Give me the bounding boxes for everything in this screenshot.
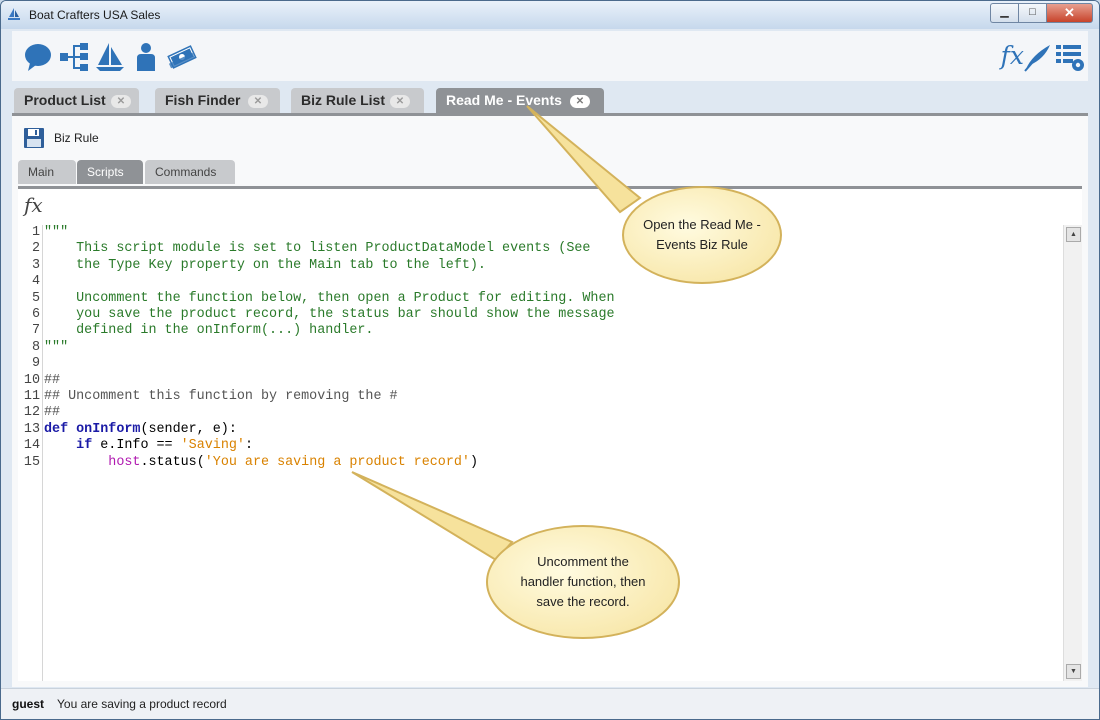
network-tree-icon[interactable] (58, 41, 90, 73)
line-number: 14 (23, 438, 40, 454)
tab-label: Read Me - Events (446, 92, 562, 108)
tab-label: Fish Finder (165, 92, 241, 108)
code-string: 'You are saving a product record' (204, 454, 470, 470)
tab-close-icon[interactable]: ✕ (111, 95, 131, 108)
tab-scripts[interactable]: Scripts (77, 160, 143, 184)
status-bar: guest You are saving a product record (1, 688, 1099, 719)
line-number: 9 (31, 356, 40, 372)
settings-list-icon[interactable] (1054, 41, 1086, 73)
code-string: 'Saving' (180, 438, 245, 454)
line-number: 7 (31, 323, 40, 339)
line-number: 15 (23, 454, 40, 470)
main-toolbar: fx (12, 31, 1088, 81)
tab-close-icon[interactable]: ✕ (570, 95, 590, 108)
scroll-down-icon[interactable]: ▼ (1066, 664, 1081, 679)
code-line: """ (44, 225, 69, 240)
code-keyword: def (44, 421, 69, 437)
tab-read-me-events[interactable]: Read Me - Events ✕ (436, 88, 604, 113)
code-text: (sender, e): (140, 421, 237, 437)
status-message: You are saving a product record (57, 697, 227, 711)
line-number: 10 (23, 372, 40, 388)
code-builtin: host (108, 454, 141, 470)
maximize-button[interactable]: □ (1018, 3, 1046, 23)
code-keyword: if (76, 438, 93, 454)
line-number: 2 (31, 241, 40, 257)
line-number: 8 (31, 339, 40, 355)
code-line: ## Uncomment this function by removing t… (44, 389, 398, 404)
editor-scrollbar[interactable]: ▲ ▼ (1063, 225, 1082, 681)
line-number: 4 (31, 274, 40, 290)
tab-biz-rule-list[interactable]: Biz Rule List ✕ (291, 88, 424, 113)
line-number: 13 (23, 421, 40, 437)
sailboat-app-icon (8, 8, 20, 20)
code-line: """ (44, 339, 69, 355)
code-line: you save the product record, the status … (44, 307, 615, 322)
line-number: 5 (31, 290, 40, 306)
fx-function-icon[interactable]: fx (24, 193, 43, 217)
code-line: ## (44, 372, 61, 388)
line-number: 1 (31, 225, 40, 240)
biz-rule-title: Biz Rule (54, 131, 99, 145)
line-number: 12 (23, 405, 40, 421)
tab-label: Biz Rule List (301, 92, 386, 108)
sailboat-icon[interactable] (94, 41, 126, 73)
tab-label: Commands (155, 165, 217, 179)
callout-text: Uncomment the handler function, then sav… (520, 554, 646, 609)
quill-pen-icon[interactable] (1022, 41, 1054, 73)
tab-close-icon[interactable]: ✕ (248, 95, 268, 108)
code-line: Uncomment the function below, then open … (44, 290, 615, 306)
tab-commands[interactable]: Commands (145, 160, 235, 184)
minimize-button[interactable]: ▁ (990, 3, 1018, 23)
code-text: : (244, 438, 253, 454)
line-number: 3 (31, 257, 40, 273)
callout-text: Open the Read Me - Events Biz Rule (643, 217, 761, 252)
code-line: host.status('You are saving a product re… (44, 455, 478, 470)
code-line: ## (44, 405, 61, 421)
code-text: ) (469, 454, 478, 470)
code-line: def onInform(sender, e): (44, 422, 237, 437)
tab-fish-finder[interactable]: Fish Finder ✕ (155, 88, 280, 113)
person-icon[interactable] (130, 41, 162, 73)
code-text: .status( (140, 454, 205, 470)
chat-bubble-icon[interactable] (22, 41, 54, 73)
code-line: the Type Key property on the Main tab to… (44, 257, 486, 273)
code-line: defined in the onInform(...) handler. (44, 323, 374, 339)
code-text: e.Info == (92, 438, 181, 454)
save-icon[interactable] (24, 128, 44, 148)
tab-close-icon[interactable]: ✕ (390, 95, 410, 108)
scroll-up-icon[interactable]: ▲ (1066, 227, 1081, 242)
tab-main[interactable]: Main (18, 160, 76, 184)
window-title: Boat Crafters USA Sales (29, 8, 161, 22)
callout-uncomment-handler: Uncomment the handler function, then sav… (486, 525, 680, 639)
title-bar[interactable]: Boat Crafters USA Sales ▁ □ ✕ (1, 1, 1099, 29)
money-icon[interactable] (166, 41, 198, 73)
current-user: guest (12, 697, 45, 711)
code-line: This script module is set to listen Prod… (44, 241, 591, 257)
tab-label: Main (28, 165, 55, 179)
callout-open-read-me: Open the Read Me - Events Biz Rule (622, 186, 782, 284)
tab-label: Scripts (87, 165, 124, 179)
document-tab-bar: Product List ✕ Fish Finder ✕ Biz Rule Li… (12, 85, 1088, 113)
code-line: if e.Info == 'Saving': (44, 438, 253, 453)
close-button[interactable]: ✕ (1046, 3, 1093, 23)
fx-function-icon[interactable]: fx (1001, 41, 1024, 70)
line-number: 6 (31, 307, 40, 322)
code-function-name: onInform (68, 421, 141, 437)
tab-product-list[interactable]: Product List ✕ (14, 88, 139, 113)
line-number: 11 (23, 389, 40, 404)
tab-label: Product List (24, 92, 106, 108)
line-number-gutter: 1 2 3 4 5 6 7 8 9 10 11 12 13 14 15 (18, 225, 43, 681)
window-controls: ▁ □ ✕ (990, 3, 1093, 23)
